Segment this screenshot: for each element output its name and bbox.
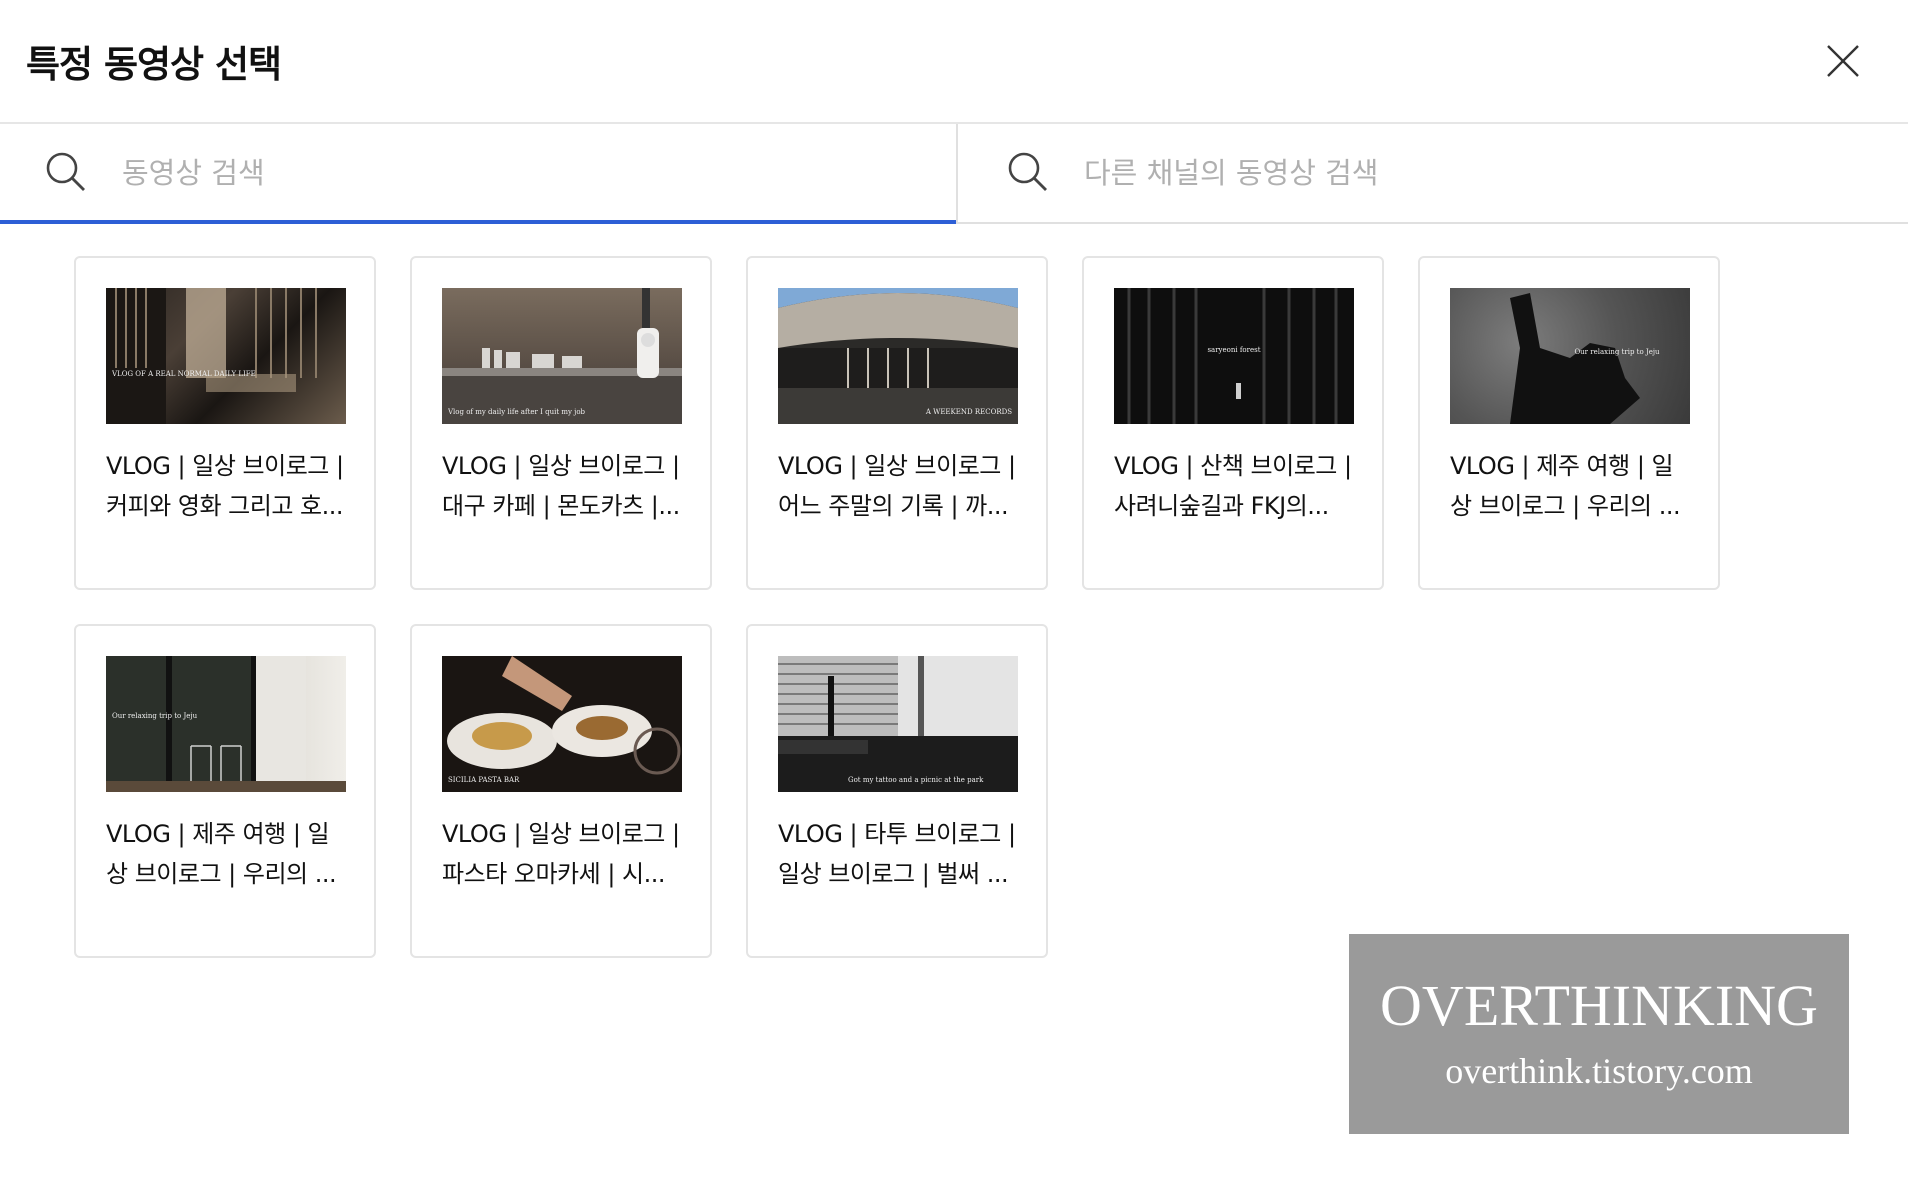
- video-card[interactable]: VLOG OF A REAL NORMAL DAILY LIFE VLOG | …: [74, 256, 376, 590]
- video-thumbnail: SICILIA PASTA BAR: [442, 656, 682, 792]
- video-title: VLOG | 산책 브이로그 | 사려니숲길과 FKJ의...: [1114, 452, 1352, 520]
- thumbnail-caption: Vlog of my daily life after I quit my jo…: [448, 408, 586, 416]
- video-thumbnail: saryeoni forest: [1114, 288, 1354, 424]
- watermark-overlay: OVERTHINKING overthink.tistory.com: [1349, 934, 1849, 1134]
- thumbnail-caption: Our relaxing trip to Jeju: [112, 712, 198, 720]
- thumbnail-caption: A WEEKEND RECORDS: [925, 408, 1012, 416]
- video-thumbnail: Our relaxing trip to Jeju: [1450, 288, 1690, 424]
- video-thumbnail: VLOG OF A REAL NORMAL DAILY LIFE: [106, 288, 346, 424]
- video-card[interactable]: Our relaxing trip to Jeju VLOG | 제주 여행 |…: [1418, 256, 1720, 590]
- video-title: VLOG | 일상 브이로그 | 파스타 오마카세 | 시...: [442, 820, 680, 888]
- video-card[interactable]: saryeoni forest VLOG | 산책 브이로그 | 사려니숲길과 …: [1082, 256, 1384, 590]
- watermark-url: overthink.tistory.com: [1445, 1051, 1753, 1091]
- other-channel-search-input[interactable]: [1082, 148, 1866, 198]
- search-icon: [46, 152, 85, 191]
- video-title: VLOG | 제주 여행 | 일 상 브이로그 | 우리의 ...: [106, 820, 337, 888]
- watermark-title: OVERTHINKING: [1380, 973, 1818, 1038]
- video-title: VLOG | 일상 브이로그 | 대구 카페 | 몬도카츠 |...: [442, 452, 680, 520]
- thumbnail-caption: VLOG OF A REAL NORMAL DAILY LIFE: [112, 370, 256, 378]
- own-channel-search[interactable]: [0, 124, 956, 224]
- video-card[interactable]: Vlog of my daily life after I quit my jo…: [410, 256, 712, 590]
- thumbnail-caption: SICILIA PASTA BAR: [448, 776, 520, 784]
- thumbnail-caption: Got my tattoo and a picnic at the park: [848, 776, 984, 784]
- video-search-input[interactable]: [120, 148, 924, 198]
- close-button[interactable]: [1818, 36, 1868, 86]
- video-card[interactable]: Our relaxing trip to Jeju VLOG | 제주 여행 |…: [74, 624, 376, 958]
- video-card[interactable]: SICILIA PASTA BAR VLOG | 일상 브이로그 | 파스타 오…: [410, 624, 712, 958]
- other-channel-search[interactable]: [956, 124, 1908, 222]
- video-thumbnail: Vlog of my daily life after I quit my jo…: [442, 288, 682, 424]
- video-thumbnail: A WEEKEND RECORDS: [778, 288, 1018, 424]
- close-icon: [1827, 45, 1859, 77]
- dialog-title: 특정 동영상 선택: [26, 43, 282, 86]
- video-title: VLOG | 타투 브이로그 | 일상 브이로그 | 벌써 ...: [778, 820, 1016, 888]
- search-bar: [0, 124, 1908, 224]
- dialog-header: 특정 동영상 선택: [0, 0, 1908, 124]
- video-thumbnail: Our relaxing trip to Jeju: [106, 656, 346, 792]
- video-thumbnail: Got my tattoo and a picnic at the park: [778, 656, 1018, 792]
- thumbnail-caption: saryeoni forest: [1207, 346, 1261, 354]
- video-title: VLOG | 제주 여행 | 일 상 브이로그 | 우리의 ...: [1450, 452, 1681, 520]
- video-title: VLOG | 일상 브이로그 | 어느 주말의 기록 | 까...: [778, 452, 1016, 520]
- video-title: VLOG | 일상 브이로그 | 커피와 영화 그리고 호...: [106, 452, 344, 520]
- thumbnail-caption: Our relaxing trip to Jeju: [1574, 348, 1660, 356]
- video-card[interactable]: Got my tattoo and a picnic at the park V…: [746, 624, 1048, 958]
- video-card[interactable]: A WEEKEND RECORDS VLOG | 일상 브이로그 | 어느 주말…: [746, 256, 1048, 590]
- search-icon: [1008, 152, 1047, 191]
